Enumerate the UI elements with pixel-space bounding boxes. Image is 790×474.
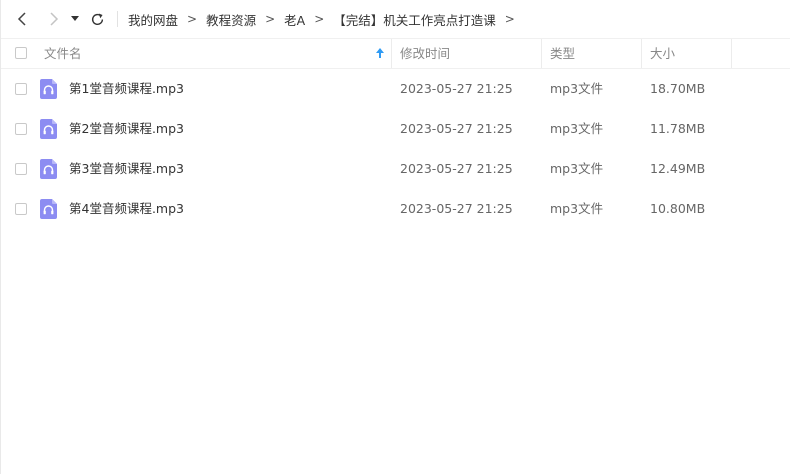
breadcrumb-separator: > (187, 12, 198, 26)
column-header-name[interactable]: 文件名 (44, 39, 82, 68)
row-checkbox[interactable] (15, 123, 27, 135)
column-divider[interactable] (641, 39, 642, 68)
file-type: mp3文件 (550, 201, 604, 216)
file-type: mp3文件 (550, 81, 604, 96)
row-checkbox[interactable] (15, 163, 27, 175)
breadcrumb-item-course[interactable]: 【完结】机关工作亮点打造课 (333, 10, 496, 29)
forward-arrow-icon (50, 12, 59, 26)
breadcrumb-separator: > (314, 12, 325, 26)
breadcrumb-separator: > (504, 12, 515, 26)
file-name[interactable]: 第4堂音频课程.mp3 (69, 189, 184, 229)
forward-button[interactable] (42, 8, 64, 30)
column-divider[interactable] (391, 39, 392, 68)
file-modified: 2023-05-27 21:25 (400, 81, 513, 96)
column-header-modified[interactable]: 修改时间 (400, 39, 450, 68)
caret-down-icon (71, 16, 79, 21)
breadcrumb-item-root[interactable]: 我的网盘 (128, 10, 178, 29)
row-checkbox[interactable] (15, 203, 27, 215)
file-type: mp3文件 (550, 121, 604, 136)
toolbar: 我的网盘 > 教程资源 > 老A > 【完结】机关工作亮点打造课 > (1, 0, 790, 38)
file-size: 12.49MB (650, 161, 706, 176)
back-button[interactable] (12, 8, 34, 30)
toolbar-divider (117, 11, 118, 27)
history-dropdown-button[interactable] (67, 8, 83, 30)
back-arrow-icon (17, 12, 26, 26)
table-row[interactable]: 第1堂音频课程.mp3 2023-05-27 21:25 mp3文件 18.70… (1, 69, 790, 109)
refresh-button[interactable] (86, 8, 108, 30)
file-size: 11.78MB (650, 121, 706, 136)
audio-file-icon (40, 199, 57, 219)
sort-ascending-icon[interactable] (375, 48, 385, 59)
table-row[interactable]: 第3堂音频课程.mp3 2023-05-27 21:25 mp3文件 12.49… (1, 149, 790, 189)
audio-file-icon (40, 79, 57, 99)
file-name[interactable]: 第1堂音频课程.mp3 (69, 69, 184, 109)
breadcrumb: 我的网盘 > 教程资源 > 老A > 【完结】机关工作亮点打造课 > (128, 0, 524, 38)
column-header-size[interactable]: 大小 (650, 39, 675, 68)
column-divider[interactable] (731, 39, 732, 68)
breadcrumb-separator: > (265, 12, 276, 26)
column-divider[interactable] (541, 39, 542, 68)
table-row[interactable]: 第2堂音频课程.mp3 2023-05-27 21:25 mp3文件 11.78… (1, 109, 790, 149)
file-list-header: 文件名 修改时间 类型 大小 (1, 38, 790, 69)
refresh-icon (91, 13, 103, 25)
audio-file-icon (40, 119, 57, 139)
file-name[interactable]: 第3堂音频课程.mp3 (69, 149, 184, 189)
file-modified: 2023-05-27 21:25 (400, 121, 513, 136)
audio-file-icon (40, 159, 57, 179)
table-row[interactable]: 第4堂音频课程.mp3 2023-05-27 21:25 mp3文件 10.80… (1, 189, 790, 229)
file-size: 18.70MB (650, 81, 706, 96)
file-name[interactable]: 第2堂音频课程.mp3 (69, 109, 184, 149)
file-type: mp3文件 (550, 161, 604, 176)
select-all-checkbox[interactable] (15, 47, 27, 59)
column-header-type[interactable]: 类型 (550, 39, 575, 68)
file-modified: 2023-05-27 21:25 (400, 161, 513, 176)
file-size: 10.80MB (650, 201, 706, 216)
row-checkbox[interactable] (15, 83, 27, 95)
breadcrumb-item-tutorials[interactable]: 教程资源 (206, 10, 256, 29)
file-modified: 2023-05-27 21:25 (400, 201, 513, 216)
breadcrumb-item-author[interactable]: 老A (284, 10, 305, 29)
